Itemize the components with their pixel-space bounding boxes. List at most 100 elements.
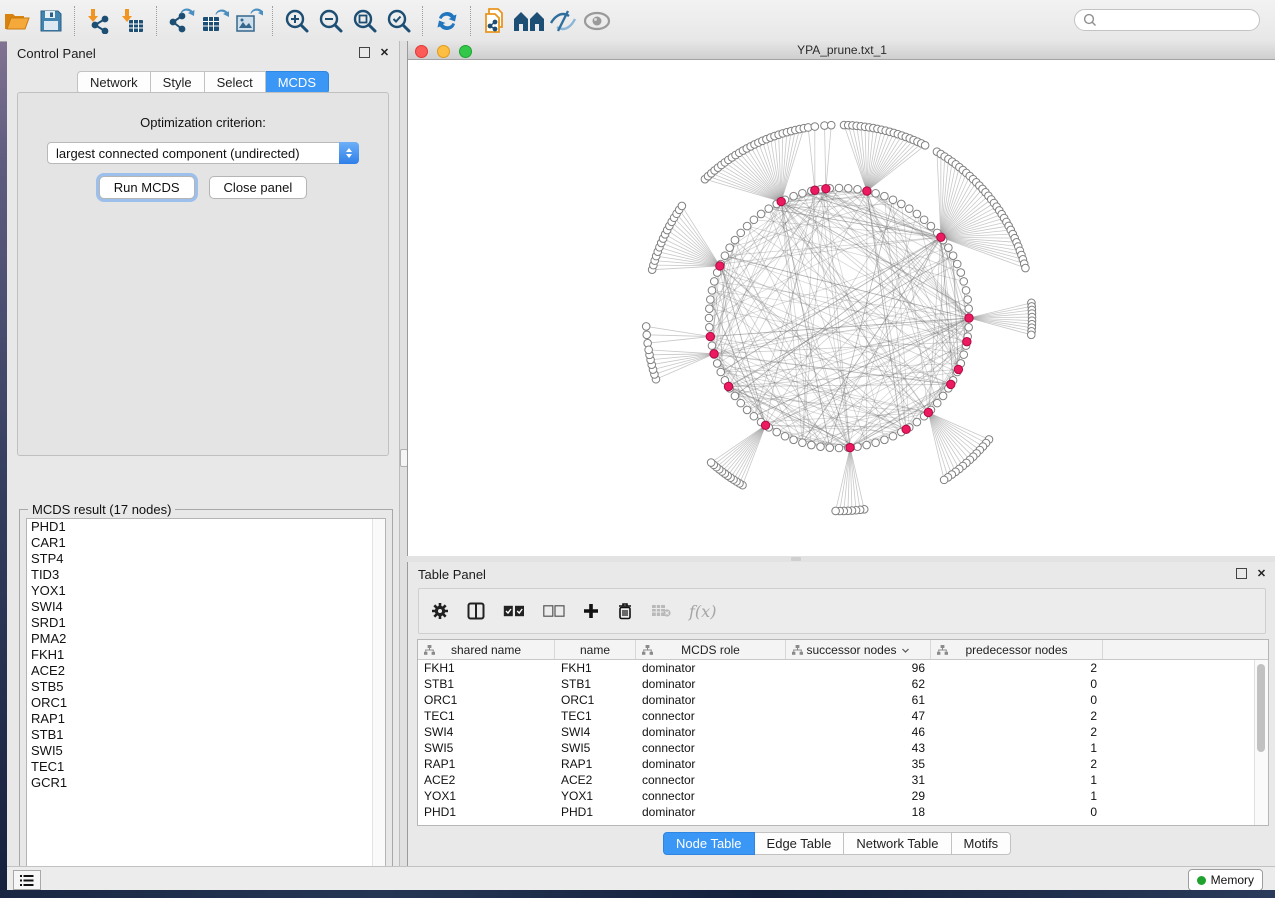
ring-node[interactable] — [863, 441, 871, 449]
mcds-result-item[interactable]: ACE2 — [27, 663, 385, 679]
mcds-hub-node[interactable] — [716, 262, 724, 270]
table-row-swi5[interactable]: SWI5SWI5connector431 — [418, 740, 1268, 756]
mcds-result-item[interactable]: SRD1 — [27, 615, 385, 631]
mcds-result-item[interactable]: GCR1 — [27, 775, 385, 791]
mcds-hub-node[interactable] — [706, 332, 714, 340]
close-panel-icon[interactable]: ✕ — [378, 46, 391, 59]
ring-node[interactable] — [889, 196, 897, 204]
column-header-shared-name[interactable]: shared name — [418, 640, 555, 659]
ring-node[interactable] — [790, 192, 798, 200]
delete-column-icon[interactable] — [617, 602, 633, 620]
scrollbar-thumb[interactable] — [1257, 664, 1265, 752]
mcds-hub-node[interactable] — [822, 184, 830, 192]
criterion-select[interactable]: largest connected component (undirected) — [47, 142, 359, 164]
ring-node[interactable] — [905, 205, 913, 213]
table-row-yox1[interactable]: YOX1YOX1connector291 — [418, 788, 1268, 804]
mcds-hub-node[interactable] — [937, 233, 945, 241]
ring-node[interactable] — [960, 278, 968, 286]
mcds-hub-node[interactable] — [724, 382, 732, 390]
ring-node[interactable] — [717, 368, 725, 376]
ring-node[interactable] — [962, 287, 970, 295]
show-all-icon[interactable] — [580, 6, 614, 36]
create-column-icon[interactable] — [583, 603, 599, 619]
unselect-all-columns-icon[interactable] — [543, 605, 565, 617]
ring-node[interactable] — [773, 428, 781, 436]
mcds-hub-node[interactable] — [846, 443, 854, 451]
memory-button[interactable]: Memory — [1188, 869, 1263, 891]
leaf-node[interactable] — [707, 459, 715, 467]
ring-node[interactable] — [854, 443, 862, 451]
table-row-phd1[interactable]: PHD1PHD1dominator180 — [418, 804, 1268, 820]
ring-node[interactable] — [933, 399, 941, 407]
float-panel-icon[interactable] — [358, 46, 371, 59]
search-input[interactable] — [1097, 10, 1259, 30]
sort-descending-icon[interactable] — [901, 643, 910, 657]
mcds-result-item[interactable]: STB1 — [27, 727, 385, 743]
leaf-node[interactable] — [940, 476, 948, 484]
open-file-icon[interactable] — [0, 6, 34, 36]
splitter-handle[interactable] — [791, 557, 801, 561]
mcds-result-item[interactable]: STP4 — [27, 551, 385, 567]
ring-node[interactable] — [953, 260, 961, 268]
ring-node[interactable] — [713, 360, 721, 368]
ring-node[interactable] — [721, 252, 729, 260]
export-image-icon[interactable] — [232, 6, 266, 36]
minimize-window-icon[interactable] — [437, 45, 450, 58]
mcds-result-item[interactable]: SWI5 — [27, 743, 385, 759]
leaf-node[interactable] — [1027, 331, 1035, 339]
import-table-icon[interactable] — [116, 6, 150, 36]
hide-selected-icon[interactable] — [546, 6, 580, 36]
tab-mcds[interactable]: MCDS — [266, 71, 329, 94]
mcds-hub-node[interactable] — [710, 350, 718, 358]
ring-node[interactable] — [737, 229, 745, 237]
table-row-swi4[interactable]: SWI4SWI4dominator462 — [418, 724, 1268, 740]
close-panel-icon[interactable]: ✕ — [1255, 567, 1268, 580]
column-header-name[interactable]: name — [555, 640, 636, 659]
mcds-result-item[interactable]: PMA2 — [27, 631, 385, 647]
mcds-result-item[interactable]: RAP1 — [27, 711, 385, 727]
export-table-icon[interactable] — [198, 6, 232, 36]
tab-select[interactable]: Select — [205, 71, 266, 94]
ring-node[interactable] — [949, 252, 957, 260]
ring-node[interactable] — [889, 432, 897, 440]
mcds-result-item[interactable]: TEC1 — [27, 759, 385, 775]
leaf-node[interactable] — [921, 141, 929, 149]
mcds-result-list[interactable]: PHD1CAR1STP4TID3YOX1SWI4SRD1PMA2FKH1ACE2… — [26, 518, 386, 872]
ring-node[interactable] — [957, 269, 965, 277]
ring-node[interactable] — [844, 185, 852, 193]
zoom-selected-icon[interactable] — [382, 6, 416, 36]
ring-node[interactable] — [706, 305, 714, 313]
ring-node[interactable] — [920, 216, 928, 224]
table-scrollbar[interactable] — [1254, 660, 1268, 825]
run-mcds-button[interactable]: Run MCDS — [99, 176, 195, 199]
mcds-result-item[interactable]: ORC1 — [27, 695, 385, 711]
mcds-result-item[interactable]: PHD1 — [27, 519, 385, 535]
ring-node[interactable] — [872, 189, 880, 197]
ring-node[interactable] — [708, 342, 716, 350]
ring-node[interactable] — [731, 392, 739, 400]
leaf-node[interactable] — [678, 202, 686, 210]
ring-node[interactable] — [945, 244, 953, 252]
ring-node[interactable] — [799, 189, 807, 197]
leaf-node[interactable] — [811, 123, 819, 131]
zoom-in-icon[interactable] — [280, 6, 314, 36]
ring-node[interactable] — [707, 296, 715, 304]
leaf-node[interactable] — [827, 121, 835, 129]
clone-network-icon[interactable] — [478, 6, 512, 36]
leaf-node[interactable] — [1022, 264, 1030, 272]
network-canvas[interactable] — [408, 60, 1275, 556]
leaf-node[interactable] — [643, 331, 651, 339]
ring-node[interactable] — [960, 351, 968, 359]
close-panel-button[interactable]: Close panel — [209, 176, 308, 199]
first-neighbors-icon[interactable] — [512, 6, 546, 36]
panel-list-mode-button[interactable] — [13, 870, 41, 890]
maximize-window-icon[interactable] — [459, 45, 472, 58]
table-row-ace2[interactable]: ACE2ACE2connector311 — [418, 772, 1268, 788]
ring-node[interactable] — [781, 432, 789, 440]
zoom-out-icon[interactable] — [314, 6, 348, 36]
tab-node-table[interactable]: Node Table — [663, 832, 755, 855]
export-network-icon[interactable] — [164, 6, 198, 36]
mcds-hub-node[interactable] — [954, 365, 962, 373]
ring-node[interactable] — [731, 236, 739, 244]
ring-node[interactable] — [743, 222, 751, 230]
